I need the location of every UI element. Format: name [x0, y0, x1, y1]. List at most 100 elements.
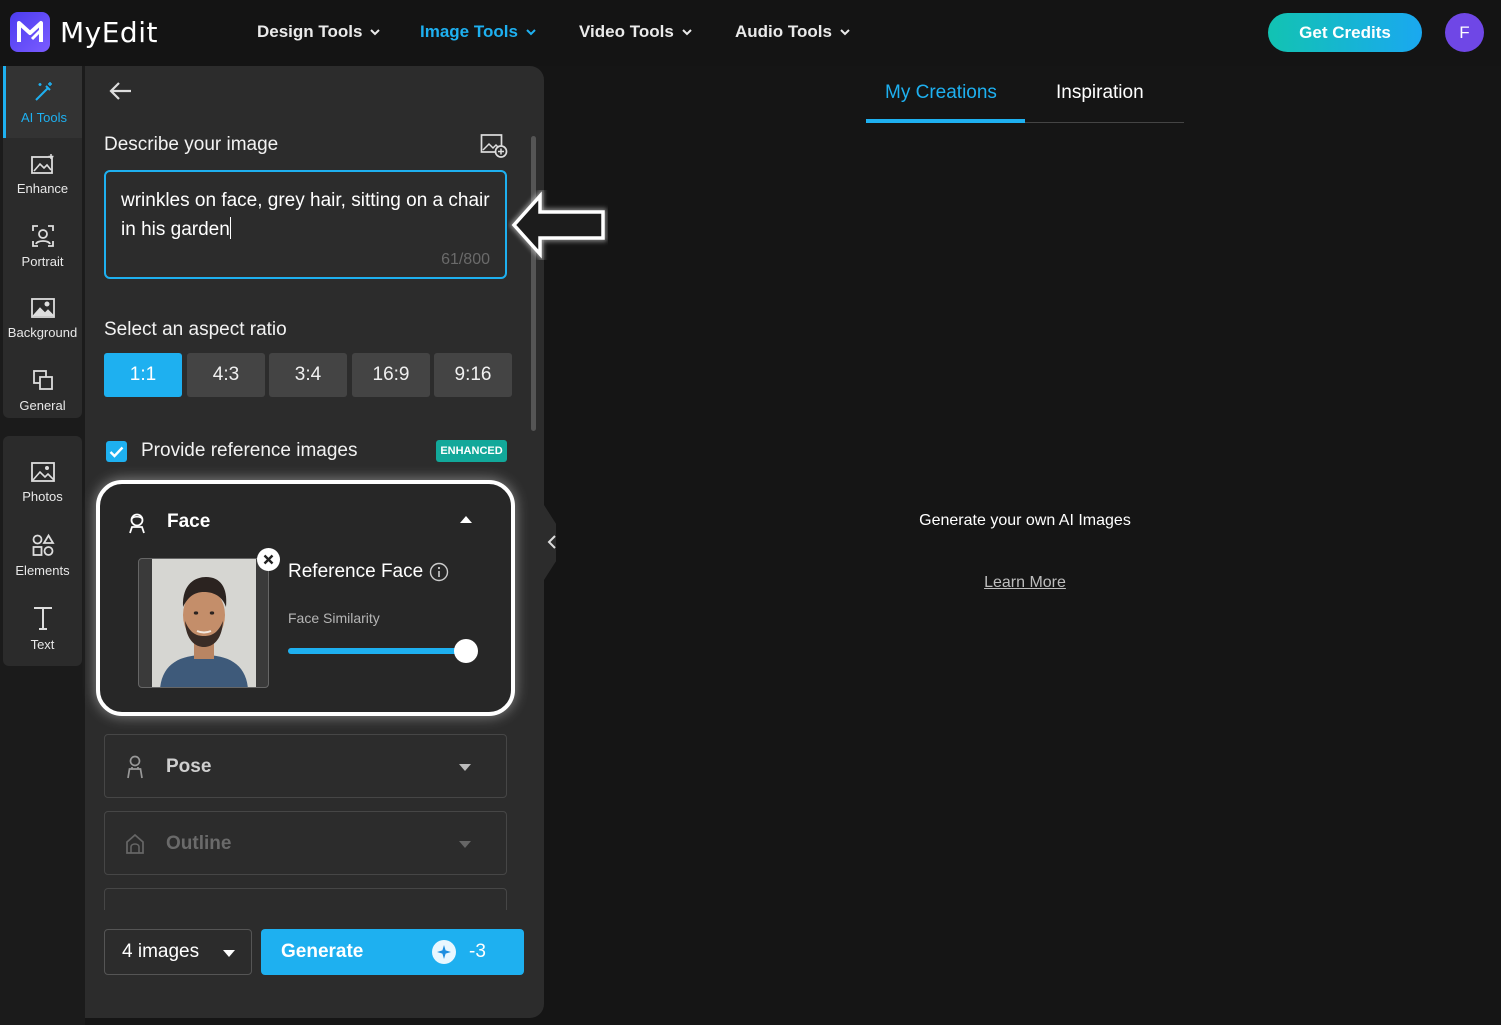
user-avatar[interactable]: F — [1445, 13, 1484, 52]
chevron-down-icon — [370, 29, 381, 36]
reference-face-label-row: Reference Face — [288, 561, 449, 583]
nav-label: Image Tools — [420, 22, 518, 41]
highlight-arrow-icon — [509, 188, 607, 260]
outline-title: Outline — [166, 833, 232, 854]
aspect-ratio-4-3-button[interactable]: 4:3 — [187, 353, 265, 397]
pose-icon — [127, 755, 143, 779]
image-count-value: 4 images — [122, 941, 200, 962]
collapse-caret-icon[interactable] — [460, 516, 472, 523]
tab-my-creations[interactable]: My Creations — [885, 82, 997, 104]
rail-item-text[interactable]: Text — [3, 592, 82, 664]
credit-star-icon — [432, 940, 456, 964]
checkmark-icon — [109, 446, 124, 458]
reference-images-checkbox[interactable] — [106, 441, 127, 462]
outline-accordion[interactable]: Outline — [104, 811, 507, 875]
app-name[interactable]: MyEdit — [60, 16, 158, 49]
chevron-down-icon — [459, 841, 471, 848]
generate-cost: -3 — [469, 941, 486, 962]
rail-label: Portrait — [21, 253, 64, 269]
person-portrait-image — [152, 559, 256, 687]
enhanced-badge: ENHANCED — [436, 440, 507, 462]
close-icon — [263, 554, 274, 565]
reference-face-thumbnail[interactable] — [138, 558, 269, 688]
rail-item-enhance[interactable]: Enhance — [3, 138, 82, 210]
nav-label: Audio Tools — [735, 22, 832, 41]
chevron-down-icon — [840, 29, 850, 36]
slider-handle[interactable] — [454, 639, 478, 663]
remove-reference-button[interactable] — [257, 548, 280, 571]
rail-label: Background — [7, 324, 78, 340]
learn-more-link[interactable]: Learn More — [866, 574, 1184, 592]
face-similarity-slider[interactable] — [288, 639, 478, 663]
empty-state-message: Generate your own AI Images — [919, 512, 1131, 529]
layers-icon — [32, 369, 53, 390]
ai-image-panel: Describe your image wrinkles on face, gr… — [85, 66, 544, 1018]
rail-group-assets: Photos Elements Text — [3, 436, 82, 666]
rail-item-background[interactable]: Background — [3, 282, 82, 354]
image-sparkle-icon — [30, 153, 53, 174]
reference-face-photo — [152, 559, 256, 687]
text-icon — [33, 606, 52, 630]
panel-scrollbar[interactable] — [531, 136, 536, 431]
prompt-text: wrinkles on face, grey hair, sitting on … — [121, 190, 490, 240]
rail-item-general[interactable]: General — [3, 354, 82, 426]
chevron-down-icon — [223, 950, 235, 957]
image-upload-icon[interactable] — [480, 133, 508, 159]
face-icon — [129, 513, 145, 534]
rail-label: AI Tools — [20, 109, 67, 125]
rail-item-elements[interactable]: Elements — [3, 519, 82, 591]
reference-images-label: Provide reference images — [141, 440, 358, 461]
myedit-logo-icon[interactable] — [10, 12, 50, 52]
rail-item-photos[interactable]: Photos — [3, 446, 82, 518]
rail-label: Enhance — [16, 180, 69, 196]
background-icon — [30, 297, 55, 318]
describe-label: Describe your image — [104, 134, 279, 155]
nav-audio-tools[interactable]: Audio Tools — [735, 22, 850, 42]
photo-icon — [30, 461, 55, 482]
rail-item-ai-tools[interactable]: AI Tools — [3, 66, 82, 138]
tab-inspiration[interactable]: Inspiration — [1056, 82, 1144, 104]
chevron-left-icon[interactable] — [546, 532, 558, 552]
nav-label: Video Tools — [579, 22, 674, 41]
back-arrow-icon[interactable] — [107, 80, 133, 102]
aspect-ratio-16-9-button[interactable]: 16:9 — [352, 353, 430, 397]
outline-icon — [126, 833, 144, 854]
reference-face-label: Reference Face — [288, 561, 424, 582]
next-accordion-partial — [104, 888, 507, 910]
aspect-ratio-label: Select an aspect ratio — [104, 319, 287, 340]
image-count-select[interactable]: 4 images — [104, 929, 252, 975]
aspect-ratio-3-4-button[interactable]: 3:4 — [269, 353, 347, 397]
nav-image-tools[interactable]: Image Tools — [420, 22, 536, 42]
prompt-textarea[interactable]: wrinkles on face, grey hair, sitting on … — [104, 170, 507, 279]
nav-label: Design Tools — [257, 22, 363, 41]
active-tab-indicator — [866, 119, 1025, 123]
app-window: MyEdit Design Tools Image Tools Video To… — [0, 0, 1501, 1025]
portrait-icon — [31, 224, 54, 247]
rail-label: General — [19, 397, 66, 413]
chevron-down-icon — [459, 764, 471, 771]
info-icon[interactable] — [429, 562, 449, 582]
get-credits-button[interactable]: Get Credits — [1268, 13, 1422, 52]
rail-label: Text — [30, 636, 55, 652]
top-navigation-bar: MyEdit Design Tools Image Tools Video To… — [0, 0, 1501, 66]
aspect-ratio-9-16-button[interactable]: 9:16 — [434, 353, 512, 397]
rail-label: Photos — [22, 488, 63, 504]
text-cursor — [229, 217, 232, 239]
slider-fill — [288, 648, 466, 654]
rail-item-portrait[interactable]: Portrait — [3, 210, 82, 282]
nav-design-tools[interactable]: Design Tools — [257, 22, 381, 42]
shapes-icon — [32, 533, 55, 556]
chevron-down-icon — [682, 29, 692, 36]
aspect-ratio-1-1-button[interactable]: 1:1 — [104, 353, 182, 397]
pose-accordion[interactable]: Pose — [104, 734, 507, 798]
face-similarity-label: Face Similarity — [288, 610, 380, 626]
character-counter: 61/800 — [441, 251, 490, 268]
generate-label: Generate — [281, 941, 364, 962]
chevron-down-icon — [526, 29, 536, 36]
pose-title: Pose — [166, 756, 212, 777]
nav-video-tools[interactable]: Video Tools — [579, 22, 692, 42]
generate-button[interactable]: Generate -3 — [261, 929, 524, 975]
magic-wand-icon — [35, 81, 52, 101]
rail-group-tools: AI Tools Enhance Portrait Background Gen… — [3, 66, 82, 418]
rail-label: Elements — [15, 562, 70, 578]
